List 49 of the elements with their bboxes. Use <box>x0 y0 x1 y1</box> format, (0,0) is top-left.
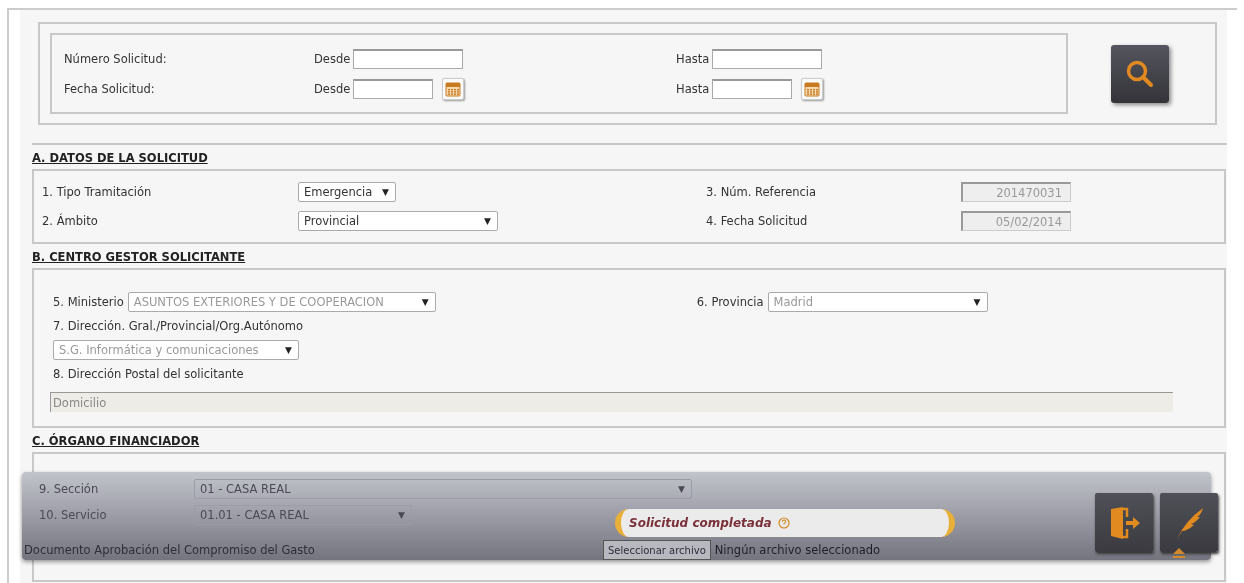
dropdown[interactable]: 01 - CASA REAL ▼ <box>194 478 692 499</box>
section-heading: A. DATOS DE LA SOLICITUD <box>32 151 209 165</box>
field-label: 1. Tipo Tramitación <box>42 185 153 199</box>
readonly-field: 05/02/2014 <box>961 211 1071 231</box>
caret-icon: ▼ <box>973 297 981 307</box>
section-heading: C. ÓRGANO FINANCIADOR <box>32 434 201 448</box>
caret-icon: ▼ <box>285 345 292 355</box>
input-field[interactable] <box>353 78 434 99</box>
search-button[interactable] <box>1111 44 1169 103</box>
field-label: 9. Sección <box>39 481 100 496</box>
field-label: 7. Dirección. Gral./Provincial/Org.Autónomo <box>53 319 304 333</box>
calendar-button[interactable] <box>801 77 824 100</box>
section-heading: B. CENTRO GESTOR SOLICITANTE <box>32 250 247 264</box>
input-field[interactable] <box>712 48 823 69</box>
caret-icon: ▼ <box>484 216 491 226</box>
input-field[interactable] <box>712 78 793 99</box>
field-label: 3. Núm. Referencia <box>706 185 818 199</box>
calendar-icon <box>804 80 821 97</box>
input-field[interactable] <box>353 48 464 69</box>
address-field[interactable]: Domicilio <box>50 392 1173 412</box>
exit-button[interactable] <box>1095 493 1153 552</box>
field-label: 4. Fecha Solicitud <box>706 214 809 228</box>
field-label: 6. Provincia <box>696 295 764 309</box>
dropdown[interactable]: Emergencia ▼ <box>298 182 396 202</box>
caret-icon: ▼ <box>398 509 405 520</box>
field-label: Hasta <box>676 81 710 96</box>
field-label: Hasta <box>676 51 710 66</box>
field-label: Fecha Solicitud: <box>64 81 156 96</box>
help-icon <box>777 517 790 529</box>
upload-icon <box>1172 548 1186 558</box>
caret-icon: ▼ <box>421 297 429 307</box>
sign-button[interactable] <box>1160 493 1218 552</box>
calendar-icon <box>445 80 462 97</box>
field-label: 10. Servicio <box>39 507 108 522</box>
dropdown[interactable]: Provincial ▼ <box>298 211 498 231</box>
field-label: Documento Aprobación del Compromiso del Gasto <box>24 543 316 557</box>
caret-icon: ▼ <box>382 187 389 197</box>
file-select-button[interactable]: Seleccionar archivo <box>603 540 711 560</box>
field-label: 8. Dirección Postal del solicitante <box>53 367 244 381</box>
field-label: Desde <box>314 81 351 96</box>
field-label: 2. Ámbito <box>42 214 99 228</box>
status-text: Solicitud completada <box>629 516 772 530</box>
field-label: 5. Ministerio <box>53 295 124 309</box>
readonly-field: 201470031 <box>961 182 1071 202</box>
field-label: Número Solicitud: <box>64 51 168 66</box>
field-label: Desde <box>314 51 351 66</box>
calendar-button[interactable] <box>442 77 465 100</box>
caret-icon: ▼ <box>678 483 685 494</box>
file-status: Ningún archivo seleccionado <box>714 543 881 557</box>
